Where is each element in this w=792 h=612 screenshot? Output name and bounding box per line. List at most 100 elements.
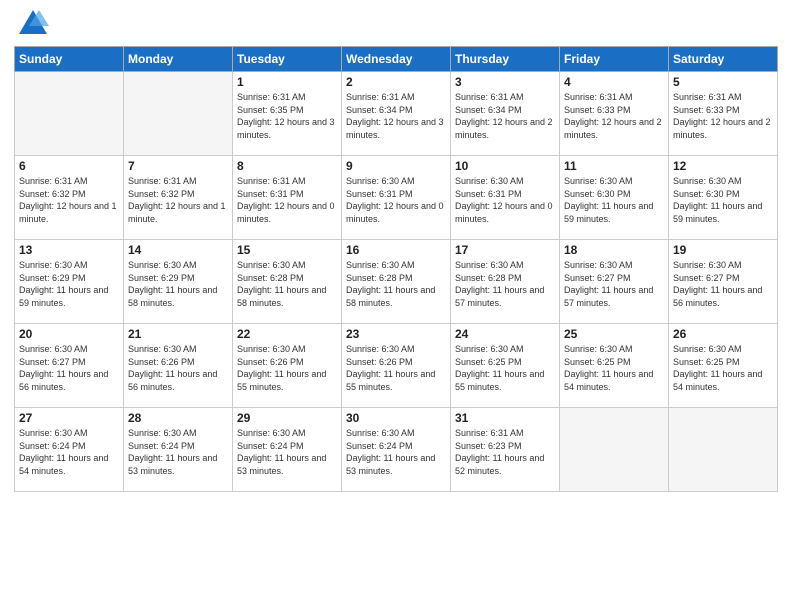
day-info: Sunrise: 6:30 AM Sunset: 6:24 PM Dayligh…: [128, 427, 228, 477]
day-info: Sunrise: 6:30 AM Sunset: 6:27 PM Dayligh…: [564, 259, 664, 309]
calendar-header: SundayMondayTuesdayWednesdayThursdayFrid…: [15, 47, 778, 72]
day-number: 3: [455, 75, 555, 89]
calendar-cell: 31Sunrise: 6:31 AM Sunset: 6:23 PM Dayli…: [451, 408, 560, 492]
day-info: Sunrise: 6:30 AM Sunset: 6:30 PM Dayligh…: [673, 175, 773, 225]
day-info: Sunrise: 6:30 AM Sunset: 6:26 PM Dayligh…: [346, 343, 446, 393]
day-info: Sunrise: 6:30 AM Sunset: 6:28 PM Dayligh…: [346, 259, 446, 309]
day-info: Sunrise: 6:30 AM Sunset: 6:29 PM Dayligh…: [19, 259, 119, 309]
day-info: Sunrise: 6:30 AM Sunset: 6:31 PM Dayligh…: [346, 175, 446, 225]
header-cell-tuesday: Tuesday: [233, 47, 342, 72]
calendar-cell: 24Sunrise: 6:30 AM Sunset: 6:25 PM Dayli…: [451, 324, 560, 408]
header-cell-friday: Friday: [560, 47, 669, 72]
day-info: Sunrise: 6:30 AM Sunset: 6:28 PM Dayligh…: [455, 259, 555, 309]
day-info: Sunrise: 6:30 AM Sunset: 6:29 PM Dayligh…: [128, 259, 228, 309]
day-number: 10: [455, 159, 555, 173]
day-info: Sunrise: 6:30 AM Sunset: 6:26 PM Dayligh…: [128, 343, 228, 393]
day-number: 25: [564, 327, 664, 341]
day-number: 2: [346, 75, 446, 89]
day-number: 9: [346, 159, 446, 173]
page: SundayMondayTuesdayWednesdayThursdayFrid…: [0, 0, 792, 612]
calendar-table: SundayMondayTuesdayWednesdayThursdayFrid…: [14, 46, 778, 492]
day-number: 26: [673, 327, 773, 341]
day-number: 30: [346, 411, 446, 425]
day-info: Sunrise: 6:30 AM Sunset: 6:27 PM Dayligh…: [673, 259, 773, 309]
day-info: Sunrise: 6:30 AM Sunset: 6:24 PM Dayligh…: [346, 427, 446, 477]
header-cell-sunday: Sunday: [15, 47, 124, 72]
calendar-cell: 30 Sunrise: 6:30 AM Sunset: 6:24 PM Dayli…: [342, 408, 451, 492]
calendar-cell: 21 Sunrise: 6:30 AM Sunset: 6:26 PM Dayli…: [124, 324, 233, 408]
day-info: Sunrise: 6:31 AM Sunset: 6:32 PM Dayligh…: [128, 175, 228, 225]
header-cell-monday: Monday: [124, 47, 233, 72]
day-info: Sunrise: 6:31 AM Sunset: 6:31 PM Dayligh…: [237, 175, 337, 225]
week-row-2: 6 Sunrise: 6:31 AM Sunset: 6:32 PM Daylig…: [15, 156, 778, 240]
day-info: Sunrise: 6:31 AM Sunset: 6:34 PM Dayligh…: [455, 91, 555, 141]
day-info: Sunrise: 6:30 AM Sunset: 6:27 PM Dayligh…: [19, 343, 119, 393]
day-number: 6: [19, 159, 119, 173]
calendar-cell: 26Sunrise: 6:30 AM Sunset: 6:25 PM Dayli…: [669, 324, 778, 408]
day-number: 4: [564, 75, 664, 89]
day-number: 7: [128, 159, 228, 173]
header-cell-saturday: Saturday: [669, 47, 778, 72]
calendar-cell: 13 Sunrise: 6:30 AM Sunset: 6:29 PM Dayli…: [15, 240, 124, 324]
day-info: Sunrise: 6:30 AM Sunset: 6:24 PM Dayligh…: [237, 427, 337, 477]
calendar-cell: 17 Sunrise: 6:30 AM Sunset: 6:28 PM Dayli…: [451, 240, 560, 324]
day-number: 27: [19, 411, 119, 425]
week-row-5: 27 Sunrise: 6:30 AM Sunset: 6:24 PM Dayli…: [15, 408, 778, 492]
logo-icon: [17, 6, 49, 38]
day-number: 21: [128, 327, 228, 341]
logo-area: [14, 10, 49, 38]
day-number: 13: [19, 243, 119, 257]
day-number: 22: [237, 327, 337, 341]
day-number: 29: [237, 411, 337, 425]
calendar-cell: 27 Sunrise: 6:30 AM Sunset: 6:24 PM Dayli…: [15, 408, 124, 492]
calendar-cell: 16Sunrise: 6:30 AM Sunset: 6:28 PM Dayli…: [342, 240, 451, 324]
day-number: 28: [128, 411, 228, 425]
calendar-cell: 25 Sunrise: 6:30 AM Sunset: 6:25 PM Dayli…: [560, 324, 669, 408]
calendar-cell: 5Sunrise: 6:31 AM Sunset: 6:33 PM Daylig…: [669, 72, 778, 156]
calendar-cell: [15, 72, 124, 156]
day-info: Sunrise: 6:31 AM Sunset: 6:35 PM Dayligh…: [237, 91, 337, 141]
calendar-cell: 1 Sunrise: 6:31 AM Sunset: 6:35 PM Daylig…: [233, 72, 342, 156]
day-number: 20: [19, 327, 119, 341]
day-info: Sunrise: 6:30 AM Sunset: 6:26 PM Dayligh…: [237, 343, 337, 393]
calendar-cell: 9 Sunrise: 6:30 AM Sunset: 6:31 PM Daylig…: [342, 156, 451, 240]
day-number: 11: [564, 159, 664, 173]
day-number: 18: [564, 243, 664, 257]
day-info: Sunrise: 6:31 AM Sunset: 6:33 PM Dayligh…: [564, 91, 664, 141]
day-number: 14: [128, 243, 228, 257]
week-row-4: 20 Sunrise: 6:30 AM Sunset: 6:27 PM Dayli…: [15, 324, 778, 408]
week-row-3: 13 Sunrise: 6:30 AM Sunset: 6:29 PM Dayli…: [15, 240, 778, 324]
calendar-cell: 29 Sunrise: 6:30 AM Sunset: 6:24 PM Dayli…: [233, 408, 342, 492]
day-number: 17: [455, 243, 555, 257]
calendar-cell: [669, 408, 778, 492]
calendar-cell: 15 Sunrise: 6:30 AM Sunset: 6:28 PM Dayli…: [233, 240, 342, 324]
day-number: 31: [455, 411, 555, 425]
calendar-cell: 10 Sunrise: 6:30 AM Sunset: 6:31 PM Dayli…: [451, 156, 560, 240]
calendar-cell: 28 Sunrise: 6:30 AM Sunset: 6:24 PM Dayli…: [124, 408, 233, 492]
day-number: 19: [673, 243, 773, 257]
calendar-cell: 11 Sunrise: 6:30 AM Sunset: 6:30 PM Dayli…: [560, 156, 669, 240]
day-info: Sunrise: 6:30 AM Sunset: 6:28 PM Dayligh…: [237, 259, 337, 309]
day-number: 8: [237, 159, 337, 173]
day-number: 1: [237, 75, 337, 89]
day-info: Sunrise: 6:31 AM Sunset: 6:33 PM Dayligh…: [673, 91, 773, 141]
calendar-cell: 19 Sunrise: 6:30 AM Sunset: 6:27 PM Dayli…: [669, 240, 778, 324]
day-number: 15: [237, 243, 337, 257]
calendar-body: 1 Sunrise: 6:31 AM Sunset: 6:35 PM Daylig…: [15, 72, 778, 492]
day-info: Sunrise: 6:30 AM Sunset: 6:24 PM Dayligh…: [19, 427, 119, 477]
calendar-cell: [124, 72, 233, 156]
calendar-cell: 12Sunrise: 6:30 AM Sunset: 6:30 PM Dayli…: [669, 156, 778, 240]
header-cell-thursday: Thursday: [451, 47, 560, 72]
day-number: 24: [455, 327, 555, 341]
header-cell-wednesday: Wednesday: [342, 47, 451, 72]
day-info: Sunrise: 6:30 AM Sunset: 6:31 PM Dayligh…: [455, 175, 555, 225]
day-info: Sunrise: 6:30 AM Sunset: 6:30 PM Dayligh…: [564, 175, 664, 225]
calendar-cell: 23 Sunrise: 6:30 AM Sunset: 6:26 PM Dayli…: [342, 324, 451, 408]
calendar-cell: [560, 408, 669, 492]
day-info: Sunrise: 6:30 AM Sunset: 6:25 PM Dayligh…: [564, 343, 664, 393]
day-info: Sunrise: 6:31 AM Sunset: 6:32 PM Dayligh…: [19, 175, 119, 225]
week-row-1: 1 Sunrise: 6:31 AM Sunset: 6:35 PM Daylig…: [15, 72, 778, 156]
day-number: 23: [346, 327, 446, 341]
calendar-cell: 14 Sunrise: 6:30 AM Sunset: 6:29 PM Dayli…: [124, 240, 233, 324]
calendar-cell: 6 Sunrise: 6:31 AM Sunset: 6:32 PM Daylig…: [15, 156, 124, 240]
